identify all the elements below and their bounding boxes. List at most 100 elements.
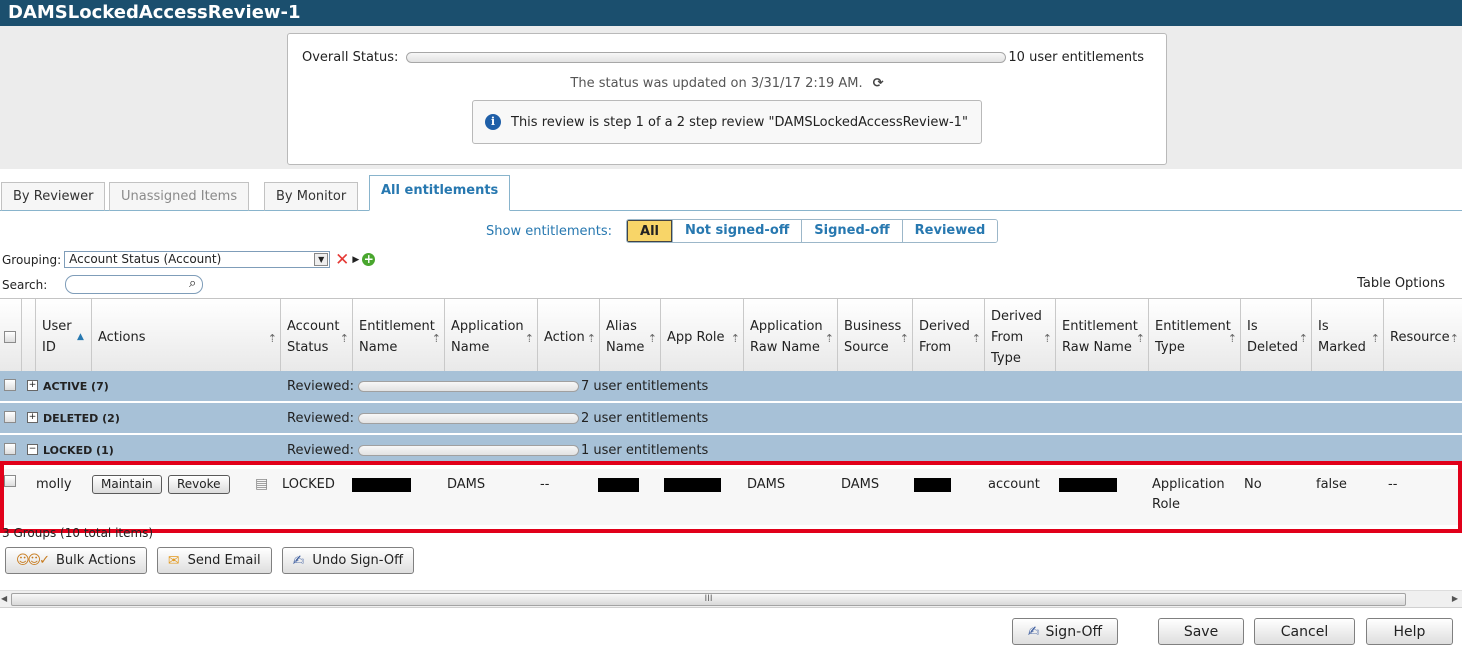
sort-icon[interactable]: ⇡	[972, 328, 981, 349]
group-row-locked[interactable]: − LOCKED (1) Reviewed: 1 user entitlemen…	[0, 435, 1462, 466]
header-application-raw-name-label: Application Raw Name	[750, 319, 823, 355]
save-button[interactable]: Save	[1158, 618, 1244, 645]
filter-all-button[interactable]: All	[627, 220, 672, 242]
redacted-entitlement-name	[352, 478, 411, 492]
tab-by-reviewer[interactable]: By Reviewer	[1, 182, 106, 211]
header-is-deleted-label: Is Deleted	[1247, 319, 1298, 355]
header-application-raw-name[interactable]: Application Raw Name ⇡	[744, 299, 838, 375]
info-icon: i	[485, 114, 501, 130]
collapse-icon[interactable]: −	[27, 444, 38, 455]
header-entitlement-name[interactable]: Entitlement Name ⇡	[353, 299, 445, 375]
sort-icon[interactable]: ⇡	[268, 328, 277, 349]
group-progress-bar	[358, 444, 580, 456]
comment-icon[interactable]: ▤	[255, 476, 268, 492]
tab-all-entitlements[interactable]: All entitlements	[369, 175, 511, 211]
grouping-label: Grouping:	[2, 252, 62, 267]
grouping-value: Account Status (Account)	[69, 252, 222, 266]
group-name: DELETED (2)	[43, 411, 120, 425]
group-checkbox[interactable]	[4, 443, 16, 455]
overall-status-count: 10 user entitlements	[1008, 50, 1144, 65]
remove-grouping-icon[interactable]: ✕	[335, 251, 349, 268]
horizontal-scrollbar[interactable]: ◀ III ▶	[0, 590, 1462, 607]
header-derived-from[interactable]: Derived From ⇡	[913, 299, 985, 375]
tab-bar: By Reviewer Unassigned Items By Monitor …	[0, 169, 1462, 211]
group-checkbox[interactable]	[4, 379, 16, 391]
group-progress-bar	[358, 380, 580, 392]
sort-icon[interactable]: ⇡	[1228, 328, 1237, 349]
sort-icon[interactable]: ⇡	[825, 328, 834, 349]
revoke-button[interactable]: Revoke	[168, 475, 230, 494]
header-application-name[interactable]: Application Name ⇡	[445, 299, 538, 375]
filter-signed-off-button[interactable]: Signed-off	[801, 220, 902, 242]
header-is-marked[interactable]: Is Marked ⇡	[1312, 299, 1384, 375]
header-resource-label: Resource	[1390, 329, 1450, 345]
chevron-down-icon[interactable]: ▼	[314, 253, 329, 266]
header-account-status[interactable]: Account Status ⇡	[281, 299, 353, 375]
group-checkbox[interactable]	[4, 411, 16, 423]
bulk-actions-button[interactable]: ☺☺✓ Bulk Actions	[5, 547, 147, 574]
filter-not-signed-off-button[interactable]: Not signed-off	[672, 220, 802, 242]
group-row-deleted[interactable]: + DELETED (2) Reviewed: 2 user entitleme…	[0, 403, 1462, 434]
scrollbar-thumb[interactable]: III	[11, 593, 1406, 606]
play-icon[interactable]: ▶	[352, 255, 359, 265]
redacted-app-role	[664, 478, 721, 492]
header-action[interactable]: Action ⇡	[538, 299, 600, 375]
header-derived-from-type[interactable]: Derived From Type ⇡	[985, 299, 1056, 375]
search-input[interactable]: ⌕	[65, 275, 204, 294]
sort-icon[interactable]: ⇡	[900, 328, 909, 349]
header-app-role[interactable]: App Role ⇡	[661, 299, 744, 375]
expand-icon[interactable]: +	[27, 412, 38, 423]
header-actions[interactable]: Actions ⇡	[92, 299, 281, 375]
signoff-button[interactable]: ✍ Sign-Off	[1012, 618, 1118, 645]
table-options-link[interactable]: Table Options	[1357, 276, 1445, 291]
expand-icon[interactable]: +	[27, 380, 38, 391]
sort-icon[interactable]: ⇡	[648, 328, 657, 349]
cancel-button[interactable]: Cancel	[1254, 618, 1355, 645]
header-business-source[interactable]: Business Source ⇡	[838, 299, 913, 375]
header-entitlement-raw-name[interactable]: Entitlement Raw Name ⇡	[1056, 299, 1149, 375]
sort-icon[interactable]: ⇡	[1450, 328, 1459, 349]
dialog-button-bar: ✍ Sign-Off Save Cancel Help	[0, 607, 1462, 657]
grouping-select[interactable]: Account Status (Account) ▼	[64, 251, 331, 268]
sort-icon[interactable]: ⇡	[340, 328, 349, 349]
header-application-name-label: Application Name	[451, 319, 524, 355]
group-row-active[interactable]: + ACTIVE (7) Reviewed: 7 user entitlemen…	[0, 371, 1462, 402]
sort-icon[interactable]: ⇡	[1299, 328, 1308, 349]
send-email-button[interactable]: ✉ Send Email	[156, 547, 272, 574]
header-alias-name[interactable]: Alias Name ⇡	[600, 299, 661, 375]
cell-is-deleted: No	[1244, 477, 1262, 492]
maintain-button[interactable]: Maintain	[92, 475, 162, 494]
refresh-icon[interactable]: ⟳	[873, 76, 884, 91]
sort-icon[interactable]: ⇡	[1136, 328, 1145, 349]
scroll-left-icon[interactable]: ◀	[1, 594, 7, 603]
group-count: 1 user entitlements	[581, 442, 709, 458]
signoff-label: Sign-Off	[1045, 623, 1103, 640]
add-grouping-icon[interactable]: +	[362, 253, 376, 266]
header-user-id[interactable]: User ID ▲	[36, 299, 92, 375]
search-icon[interactable]: ⌕	[189, 276, 196, 291]
header-is-deleted[interactable]: Is Deleted ⇡	[1241, 299, 1312, 375]
tab-unassigned-items[interactable]: Unassigned Items	[109, 182, 250, 211]
sort-icon[interactable]: ⇡	[587, 328, 596, 349]
group-name: ACTIVE (7)	[43, 379, 109, 393]
sort-icon[interactable]: ⇡	[1371, 328, 1380, 349]
sort-icon[interactable]: ⇡	[525, 328, 534, 349]
sort-icon[interactable]: ⇡	[1043, 328, 1052, 349]
cell-account-status: LOCKED	[282, 477, 335, 492]
cell-is-marked: false	[1316, 477, 1347, 492]
select-all-checkbox[interactable]	[4, 331, 16, 343]
help-button[interactable]: Help	[1366, 618, 1453, 645]
signature-icon: ✍	[292, 552, 305, 569]
filter-reviewed-button[interactable]: Reviewed	[901, 220, 998, 242]
row-checkbox[interactable]	[4, 475, 16, 487]
header-entitlement-type[interactable]: Entitlement Type ⇡	[1149, 299, 1241, 375]
review-step-text: This review is step 1 of a 2 step review…	[511, 114, 968, 130]
sort-icon[interactable]: ⇡	[731, 328, 740, 349]
scroll-right-icon[interactable]: ▶	[1452, 594, 1458, 603]
header-resource[interactable]: Resource ⇡	[1384, 299, 1462, 375]
undo-signoff-button[interactable]: ✍ Undo Sign-Off	[281, 547, 415, 574]
sort-ascending-icon[interactable]: ▲	[77, 327, 84, 348]
tab-by-monitor[interactable]: By Monitor	[264, 182, 359, 211]
overall-status-label: Overall Status:	[302, 50, 399, 65]
sort-icon[interactable]: ⇡	[432, 328, 441, 349]
